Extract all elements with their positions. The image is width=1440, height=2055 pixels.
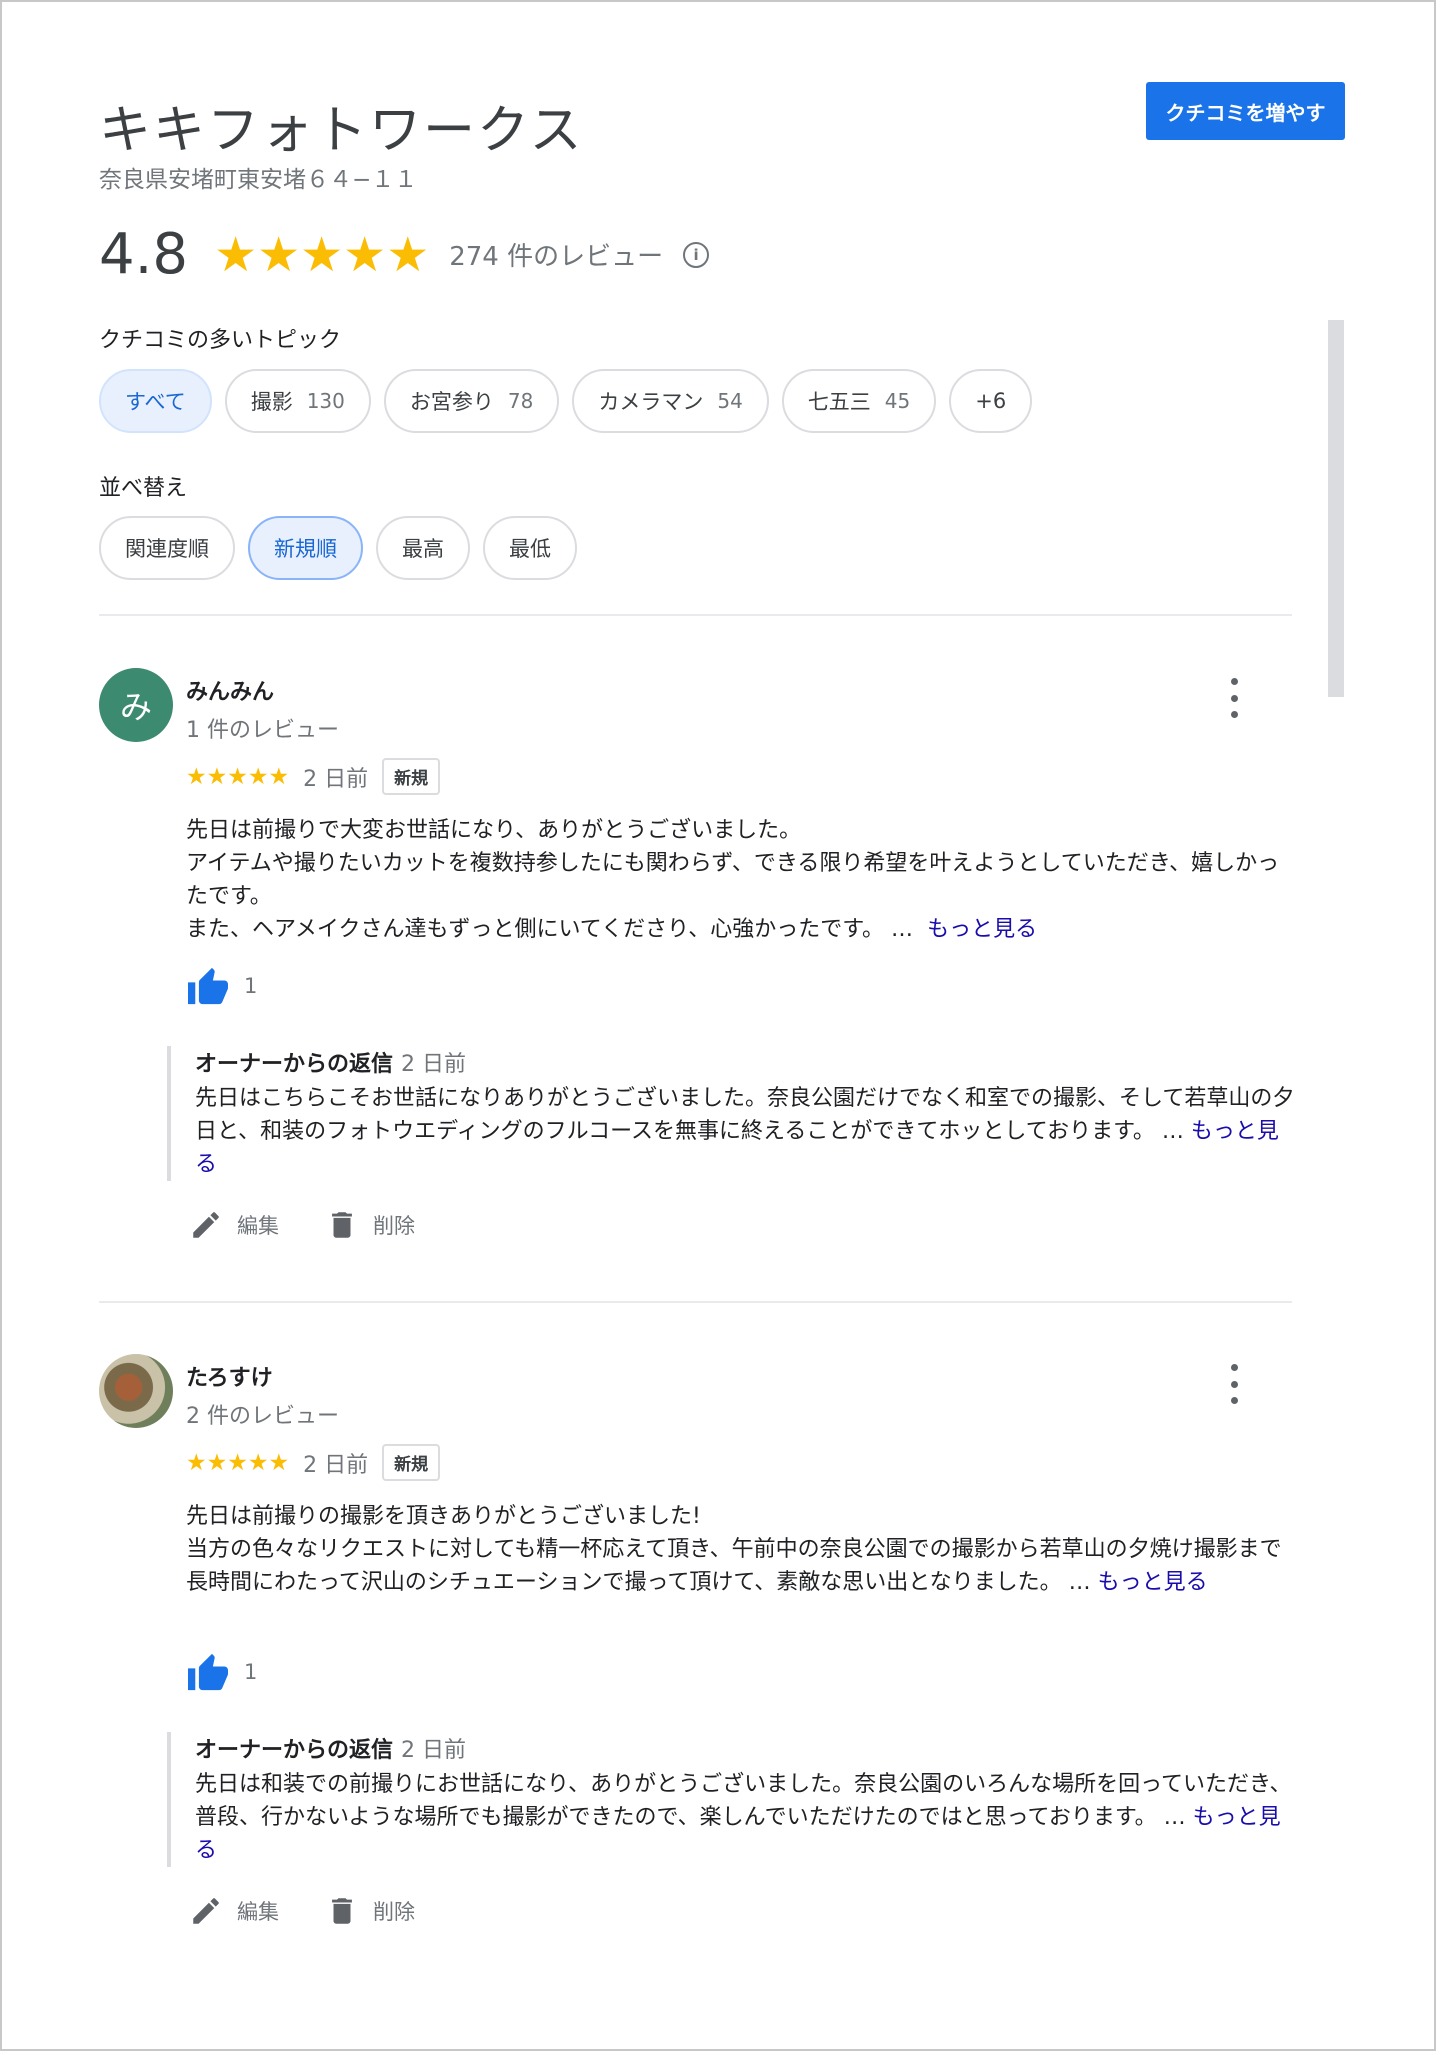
owner-reply-header: オーナーからの返信 2 日前 — [195, 1046, 1297, 1078]
scrollbar[interactable] — [1328, 320, 1344, 697]
delete-button[interactable]: 削除 — [325, 1208, 415, 1242]
review-card: み みんみん 1 件のレビュー ★★★★★ 2 日前 新規 先日は前撮りで大変お… — [99, 668, 1299, 1268]
chip-label: 七五三 — [807, 390, 871, 414]
chip-count: 130 — [306, 389, 345, 413]
review-text-line: また、ヘアメイクさん達もずっと側にいてくださり、心強かったです。 — [186, 917, 885, 942]
chip-label: すべて — [125, 390, 186, 414]
avatar[interactable] — [99, 1354, 173, 1428]
reviewer-review-count: 1 件のレビュー — [186, 718, 339, 743]
like-button[interactable]: 1 — [186, 1652, 257, 1692]
trash-icon — [332, 1212, 352, 1238]
review-stars: ★★★★★ — [186, 763, 290, 790]
trash-icon — [332, 1898, 352, 1924]
owner-reply: オーナーからの返信 2 日前 先日は和装での前撮りにお世話になり、ありがとうござい… — [167, 1732, 1297, 1867]
sort-chips: 関連度順 新規順 最高 最低 — [99, 516, 577, 580]
owner-reply-body: 先日はこちらこそお世話になりありがとうございました。奈良公園だけでなく和室での撮… — [195, 1086, 1295, 1144]
more-link[interactable]: もっと見る — [1098, 1570, 1208, 1595]
sort-lowest[interactable]: 最低 — [483, 516, 577, 580]
owner-reply-header: オーナーからの返信 2 日前 — [195, 1732, 1297, 1764]
review-text-line: 先日は前撮りで大変お世話になり、ありがとうございました。 — [186, 818, 802, 843]
thumbs-up-icon — [188, 967, 228, 1005]
topic-chip-more[interactable]: +6 — [949, 369, 1033, 433]
delete-label: 削除 — [373, 1900, 415, 1924]
owner-reply: オーナーからの返信 2 日前 先日はこちらこそお世話になりありがとうございました。… — [167, 1046, 1297, 1181]
review-stars: ★★★★★ — [186, 1449, 290, 1476]
divider — [99, 1301, 1292, 1303]
info-icon[interactable]: i — [683, 241, 710, 268]
review-date: 2 日前 — [303, 1452, 369, 1478]
owner-reply-title: オーナーからの返信 — [195, 1738, 394, 1763]
thumbs-up-icon — [188, 1653, 228, 1691]
review-date: 2 日前 — [303, 766, 369, 792]
business-address: 奈良県安堵町東安堵６４−１１ — [99, 167, 418, 193]
rating-stars: ★★★★★ — [214, 226, 430, 283]
reviewer-name[interactable]: たろすけ — [186, 1360, 273, 1392]
review-meta: ★★★★★ 2 日前 新規 — [186, 758, 441, 795]
owner-reply-body: 先日は和装での前撮りにお世話になり、ありがとうございました。奈良公園のいろんな場… — [195, 1772, 1292, 1830]
delete-button[interactable]: 削除 — [325, 1894, 415, 1928]
divider — [99, 614, 1292, 616]
total-review-count: 274 件のレビュー — [449, 242, 664, 272]
ellipsis: … — [884, 917, 914, 942]
new-badge: 新規 — [382, 758, 441, 795]
like-button[interactable]: 1 — [186, 966, 257, 1006]
topic-chip-shichigosan[interactable]: 七五三 45 — [781, 369, 937, 433]
ellipsis: … — [1154, 1119, 1184, 1144]
chip-count: 45 — [884, 389, 911, 413]
topic-chips: すべて 撮影 130 お宮参り 78 カメラマン 54 七五三 45 +6 — [99, 369, 1033, 433]
reviewer-name[interactable]: みんみん — [186, 674, 274, 706]
review-text-line: アイテムや撮りたいカットを複数持参したにも関わらず、できる限り希望を叶えようとし… — [186, 851, 1280, 909]
edit-icon — [193, 1212, 219, 1238]
like-count: 1 — [244, 1660, 258, 1684]
owner-reply-text: 先日はこちらこそお世話になりありがとうございました。奈良公園だけでなく和室での撮… — [195, 1082, 1297, 1181]
rating-summary: 4.8 ★★★★★ 274 件のレビュー i — [99, 222, 710, 287]
more-options-icon[interactable] — [1219, 1364, 1249, 1404]
topic-chip-photography[interactable]: 撮影 130 — [224, 369, 371, 433]
like-count: 1 — [244, 974, 258, 998]
more-link[interactable]: もっと見る — [927, 917, 1037, 942]
reply-actions: 編集 削除 — [189, 1894, 461, 1928]
edit-icon — [193, 1898, 219, 1924]
ellipsis: … — [1061, 1570, 1091, 1595]
review-text: 先日は前撮りで大変お世話になり、ありがとうございました。 アイテムや撮りたいカッ… — [186, 814, 1296, 946]
ellipsis: … — [1156, 1805, 1186, 1830]
edit-button[interactable]: 編集 — [189, 1208, 279, 1242]
edit-label: 編集 — [237, 1214, 279, 1238]
reviewer-review-count: 2 件のレビュー — [186, 1404, 339, 1429]
new-badge: 新規 — [382, 1444, 441, 1481]
topics-label: クチコミの多いトピック — [99, 328, 342, 353]
topic-chip-all[interactable]: すべて — [99, 369, 212, 433]
owner-reply-text: 先日は和装での前撮りにお世話になり、ありがとうございました。奈良公園のいろんな場… — [195, 1768, 1297, 1867]
chip-label: 撮影 — [250, 390, 293, 414]
owner-reply-date: 2 日前 — [401, 1052, 467, 1077]
sort-label: 並べ替え — [99, 476, 188, 501]
chip-count: 54 — [717, 389, 743, 413]
reply-actions: 編集 削除 — [189, 1208, 461, 1242]
chip-label: カメラマン — [598, 390, 704, 414]
topic-chip-cameraman[interactable]: カメラマン 54 — [572, 369, 769, 433]
review-meta: ★★★★★ 2 日前 新規 — [186, 1444, 441, 1481]
delete-label: 削除 — [373, 1214, 415, 1238]
owner-reply-title: オーナーからの返信 — [195, 1052, 394, 1077]
edit-button[interactable]: 編集 — [189, 1894, 279, 1928]
average-rating: 4.8 — [99, 222, 189, 287]
sort-highest[interactable]: 最高 — [376, 516, 470, 580]
chip-count: 78 — [507, 389, 534, 413]
business-name: キキフォトワークス — [99, 101, 584, 161]
more-options-icon[interactable] — [1219, 678, 1249, 718]
chip-label: +6 — [975, 389, 1007, 413]
avatar[interactable]: み — [99, 668, 173, 742]
add-reviews-button[interactable]: クチコミを増やす — [1146, 82, 1345, 140]
owner-reply-date: 2 日前 — [401, 1738, 467, 1763]
reviews-dialog: キキフォトワークス 奈良県安堵町東安堵６４−１１ クチコミを増やす 4.8 ★★… — [0, 0, 1436, 2051]
review-text-line: 先日は前撮りの撮影を頂きありがとうございました! — [186, 1504, 701, 1529]
chip-label: お宮参り — [409, 390, 494, 414]
sort-relevance[interactable]: 関連度順 — [99, 516, 235, 580]
topic-chip-omiyamairi[interactable]: お宮参り 78 — [383, 369, 560, 433]
review-text: 先日は前撮りの撮影を頂きありがとうございました! 当方の色々なリクエストに対して… — [186, 1500, 1296, 1599]
edit-label: 編集 — [237, 1900, 279, 1924]
review-card: たろすけ 2 件のレビュー ★★★★★ 2 日前 新規 先日は前撮りの撮影を頂き… — [99, 1354, 1299, 1954]
sort-newest[interactable]: 新規順 — [248, 516, 363, 580]
